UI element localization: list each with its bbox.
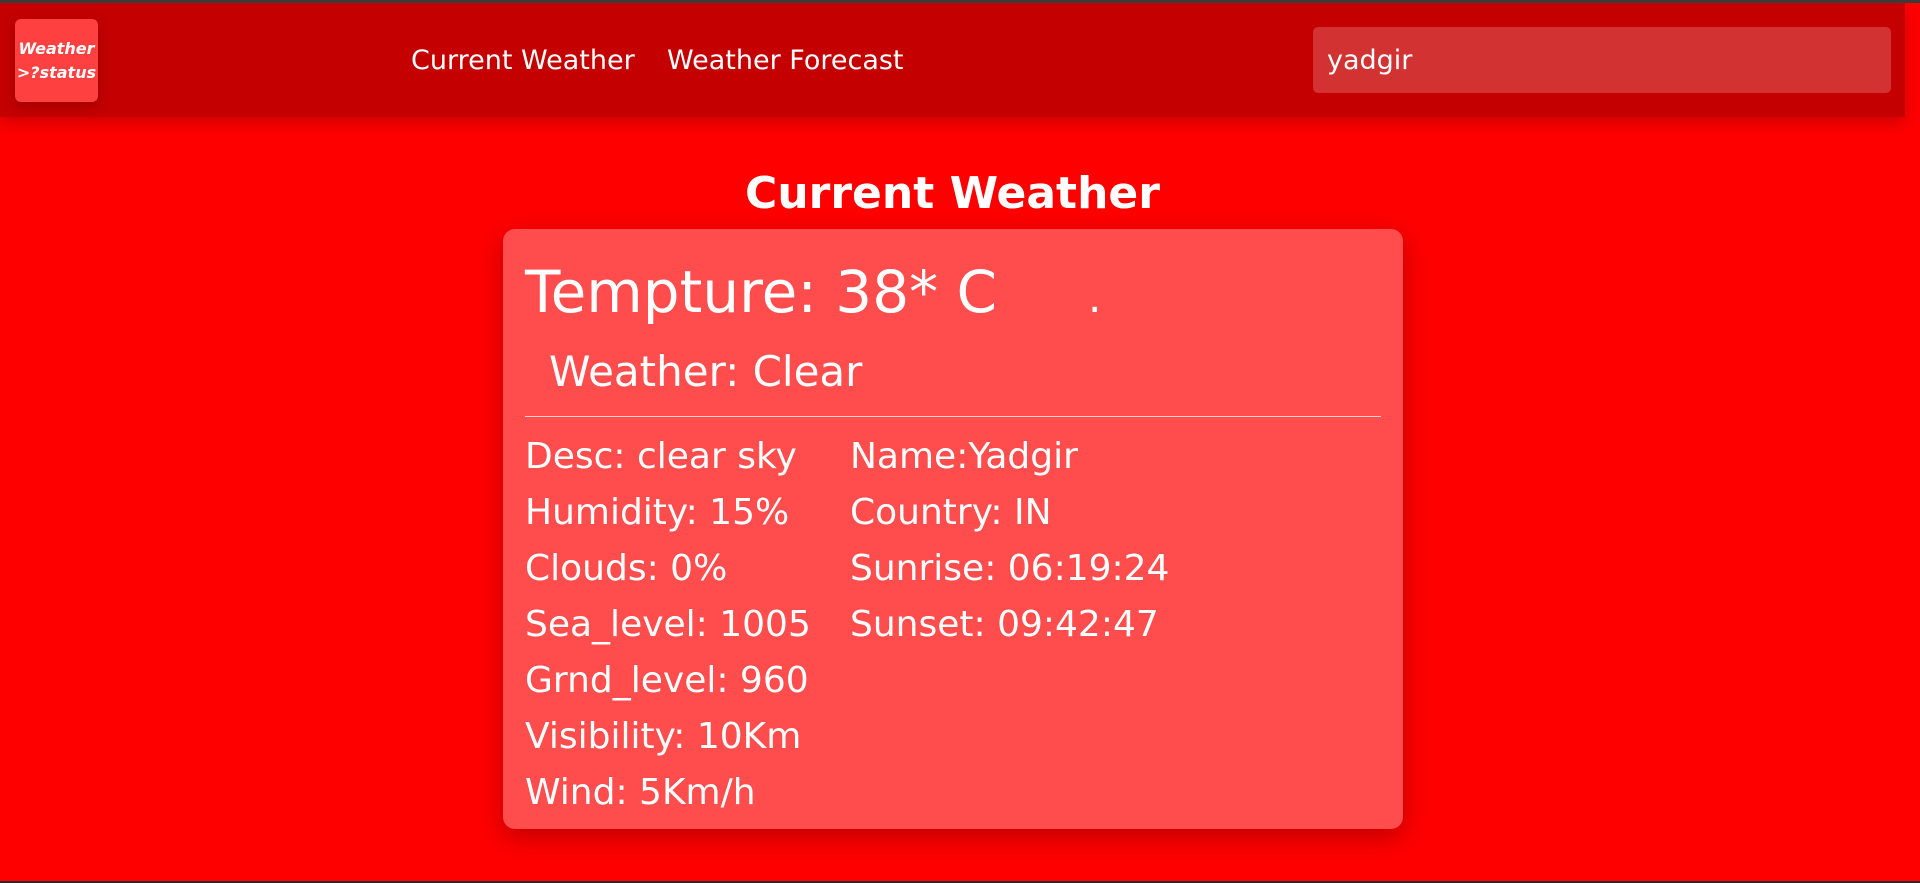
city-search-input[interactable] <box>1313 27 1891 93</box>
temperature-reading: Tempture: 38* C <box>525 258 998 326</box>
detail-country: Country: IN <box>850 492 1052 533</box>
brand-logo[interactable]: Weather >?status <box>15 19 98 102</box>
logo-line-1: Weather <box>18 38 95 58</box>
app-frame: Weather >?status Current Weather Weather… <box>0 3 1920 881</box>
nav-link-weather-forecast[interactable]: Weather Forecast <box>667 43 904 79</box>
logo-line-2: >?status <box>16 62 97 82</box>
weather-details-list: Desc: clear sky Humidity: 15% Clouds: 0%… <box>525 429 811 821</box>
location-details-list: Name:Yadgir Country: IN Sunrise: 06:19:2… <box>850 429 1169 653</box>
detail-humidity: Humidity: 15% <box>525 492 790 533</box>
detail-ground-level: Grnd_level: 960 <box>525 660 809 701</box>
detail-description: Desc: clear sky <box>525 436 797 477</box>
detail-visibility: Visibility: 10Km <box>525 716 802 757</box>
nav-link-current-weather[interactable]: Current Weather <box>411 43 635 79</box>
detail-sunrise: Sunrise: 06:19:24 <box>850 548 1170 589</box>
page-title: Current Weather <box>745 168 1160 220</box>
detail-wind: Wind: 5Km/h <box>525 772 756 813</box>
decorative-dot: . <box>1088 273 1102 322</box>
detail-clouds: Clouds: 0% <box>525 548 728 589</box>
search-box <box>1313 27 1891 93</box>
current-weather-card: Tempture: 38* C . Weather: Clear Desc: c… <box>503 229 1403 829</box>
top-navbar: Weather >?status Current Weather Weather… <box>0 3 1905 117</box>
card-divider <box>525 416 1381 417</box>
weather-condition: Weather: Clear <box>549 347 863 396</box>
detail-city-name: Name:Yadgir <box>850 436 1078 477</box>
detail-sea-level: Sea_level: 1005 <box>525 604 811 645</box>
detail-sunset: Sunset: 09:42:47 <box>850 604 1159 645</box>
